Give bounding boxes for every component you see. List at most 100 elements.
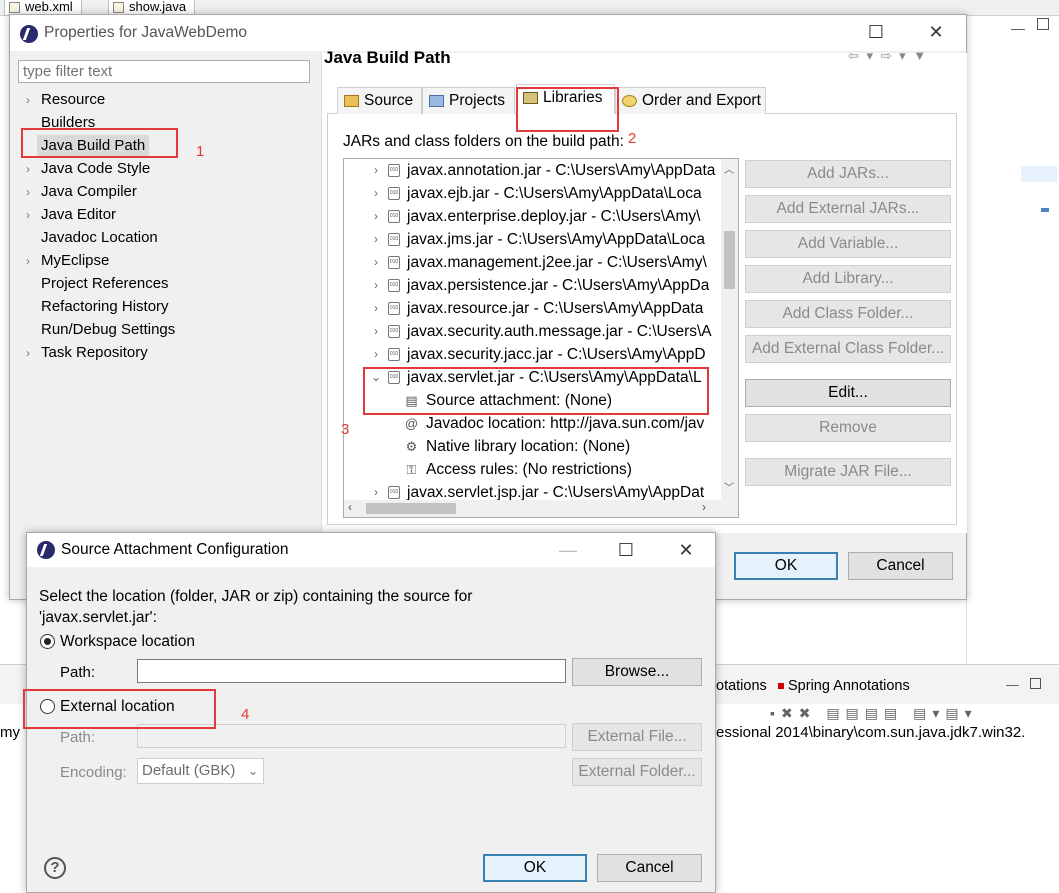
chevron-right-icon[interactable]: › <box>26 181 30 203</box>
edit-button[interactable]: Edit... <box>745 379 951 407</box>
help-icon[interactable]: ? <box>44 857 66 879</box>
filter-input[interactable] <box>18 60 310 83</box>
encoding-select[interactable]: Default (GBK) ⌄ <box>137 758 264 784</box>
minimize-button[interactable]: — <box>545 535 591 565</box>
library-label: javax.resource.jar - C:\Users\Amy\AppDat… <box>407 300 704 317</box>
browse-button[interactable]: Browse... <box>572 658 702 686</box>
jar-icon: 010 <box>388 348 400 361</box>
nav-item-label: Resource <box>41 91 106 108</box>
chevron-right-icon[interactable]: › <box>26 89 30 111</box>
chevron-right-icon[interactable]: › <box>370 297 382 320</box>
nav-item-label: Java Code Style <box>41 160 151 177</box>
child-label: Native library location: (None) <box>426 438 631 455</box>
annotation-number-1: 1 <box>196 143 205 160</box>
jar-icon: 010 <box>388 486 400 499</box>
page-nav-arrows[interactable]: ⇦ ▾ ⇨ ▾ ▼ <box>848 48 928 64</box>
workspace-path-input[interactable] <box>137 659 566 683</box>
jar-icon: 010 <box>388 302 400 315</box>
chevron-right-icon[interactable]: › <box>370 205 382 228</box>
maximize-icon[interactable] <box>1037 18 1049 30</box>
xml-file-icon <box>9 2 20 13</box>
library-label: javax.management.j2ee.jar - C:\Users\Amy… <box>407 254 707 271</box>
tab-label: Source <box>364 92 414 109</box>
library-label: javax.jms.jar - C:\Users\Amy\AppData\Loc… <box>407 231 706 248</box>
nav-item-label: MyEclipse <box>41 252 110 269</box>
remove-button[interactable]: Remove <box>745 414 951 442</box>
scroll-right-icon[interactable]: › <box>702 500 706 514</box>
chevron-right-icon[interactable]: › <box>26 342 30 364</box>
vertical-scroll-thumb[interactable] <box>724 231 735 289</box>
page-title: Java Build Path <box>324 48 451 67</box>
nav-item-label: Javadoc Location <box>41 229 158 246</box>
annotation-box-2 <box>516 87 619 132</box>
editor-right-area: — <box>966 16 1059 664</box>
workspace-location-label[interactable]: Workspace location <box>60 633 195 651</box>
source-attachment-cancel-button[interactable]: Cancel <box>597 854 702 882</box>
chevron-right-icon[interactable]: › <box>370 320 382 343</box>
javadoc-icon: @ <box>404 416 419 431</box>
chevron-right-icon[interactable]: › <box>370 159 382 182</box>
properties-title-bar: Properties for JavaWebDemo ☐ ✕ <box>10 15 966 51</box>
jar-icon: 010 <box>388 233 400 246</box>
library-label: javax.security.auth.message.jar - C:\Use… <box>407 323 712 340</box>
add-variable-button[interactable]: Add Variable... <box>745 230 951 258</box>
console-fragment: my <box>0 724 20 741</box>
minimize-icon[interactable]: — <box>1011 20 1025 36</box>
workspace-path-label: Path: <box>60 664 96 681</box>
jar-icon: 010 <box>388 279 400 292</box>
add-jars-button[interactable]: Add JARs... <box>745 160 951 188</box>
chevron-right-icon[interactable]: › <box>370 251 382 274</box>
tab-label: Order and Export <box>642 92 761 109</box>
close-button[interactable]: ✕ <box>913 17 959 47</box>
chevron-right-icon[interactable]: › <box>370 343 382 366</box>
horizontal-scroll-thumb[interactable] <box>366 503 456 514</box>
encoding-value: Default (GBK) <box>142 762 236 779</box>
add-class-folder-button[interactable]: Add Class Folder... <box>745 300 951 328</box>
scroll-up-icon[interactable]: ︿ <box>724 161 734 176</box>
properties-cancel-button[interactable]: Cancel <box>848 552 953 580</box>
annotations-tab-fragment[interactable]: otations <box>716 678 767 694</box>
view-maximize-icon[interactable] <box>1030 678 1041 689</box>
properties-ok-button[interactable]: OK <box>734 552 838 580</box>
library-label: javax.ejb.jar - C:\Users\Amy\AppData\Loc… <box>407 185 702 202</box>
maximize-button[interactable]: ☐ <box>603 535 649 565</box>
dialog-title: Properties for JavaWebDemo <box>44 24 248 41</box>
close-button[interactable]: ✕ <box>663 535 709 565</box>
annotation-box-3 <box>363 367 709 415</box>
add-external-class-folder-button[interactable]: Add External Class Folder... <box>745 335 951 363</box>
add-external-jars-button[interactable]: Add External JARs... <box>745 195 951 223</box>
jar-icon: 010 <box>388 256 400 269</box>
encoding-label: Encoding: <box>60 764 127 781</box>
chevron-right-icon[interactable]: › <box>370 274 382 297</box>
spring-annotations-tab[interactable]: Spring Annotations <box>788 678 910 694</box>
myeclipse-logo-icon <box>20 25 38 43</box>
view-minimize-icon[interactable]: — <box>1006 677 1019 692</box>
external-file-button[interactable]: External File... <box>572 723 702 751</box>
jar-icon: 010 <box>388 325 400 338</box>
chevron-right-icon[interactable]: › <box>26 204 30 226</box>
instruction-line-1: Select the location (folder, JAR or zip)… <box>39 588 473 605</box>
chevron-right-icon[interactable]: › <box>26 250 30 272</box>
tab-order-and-export[interactable]: Order and Export <box>615 87 766 114</box>
scroll-down-icon[interactable]: ﹀ <box>724 479 734 494</box>
add-library-button[interactable]: Add Library... <box>745 265 951 293</box>
console-toolbar-icons[interactable]: ▪✖✖ ▤▤▤▤ ▤▾▤▾ <box>770 705 978 722</box>
workspace-location-radio[interactable] <box>40 634 55 649</box>
chevron-right-icon[interactable]: › <box>370 182 382 205</box>
nav-item-label: Task Repository <box>41 344 148 361</box>
external-folder-button[interactable]: External Folder... <box>572 758 702 786</box>
scroll-left-icon[interactable]: ‹ <box>348 500 352 514</box>
child-label: Javadoc location: http://java.sun.com/ja… <box>426 415 705 432</box>
chevron-right-icon[interactable]: › <box>26 158 30 180</box>
source-attachment-ok-button[interactable]: OK <box>483 854 587 882</box>
chevron-right-icon[interactable]: › <box>370 228 382 251</box>
migrate-jar-file-button[interactable]: Migrate JAR File... <box>745 458 951 486</box>
tab-source[interactable]: Source <box>337 87 422 114</box>
overview-ruler-marker <box>1041 208 1049 212</box>
vertical-scrollbar[interactable]: ︿ ﹀ <box>721 159 738 500</box>
tab-projects[interactable]: Projects <box>422 87 515 114</box>
maximize-button[interactable]: ☐ <box>853 17 899 47</box>
horizontal-scrollbar[interactable]: ‹ › <box>344 500 738 517</box>
external-path-label: Path: <box>60 729 96 746</box>
libraries-tree[interactable]: › 010 javax.annotation.jar - C:\Users\Amy\… <box>343 158 739 518</box>
